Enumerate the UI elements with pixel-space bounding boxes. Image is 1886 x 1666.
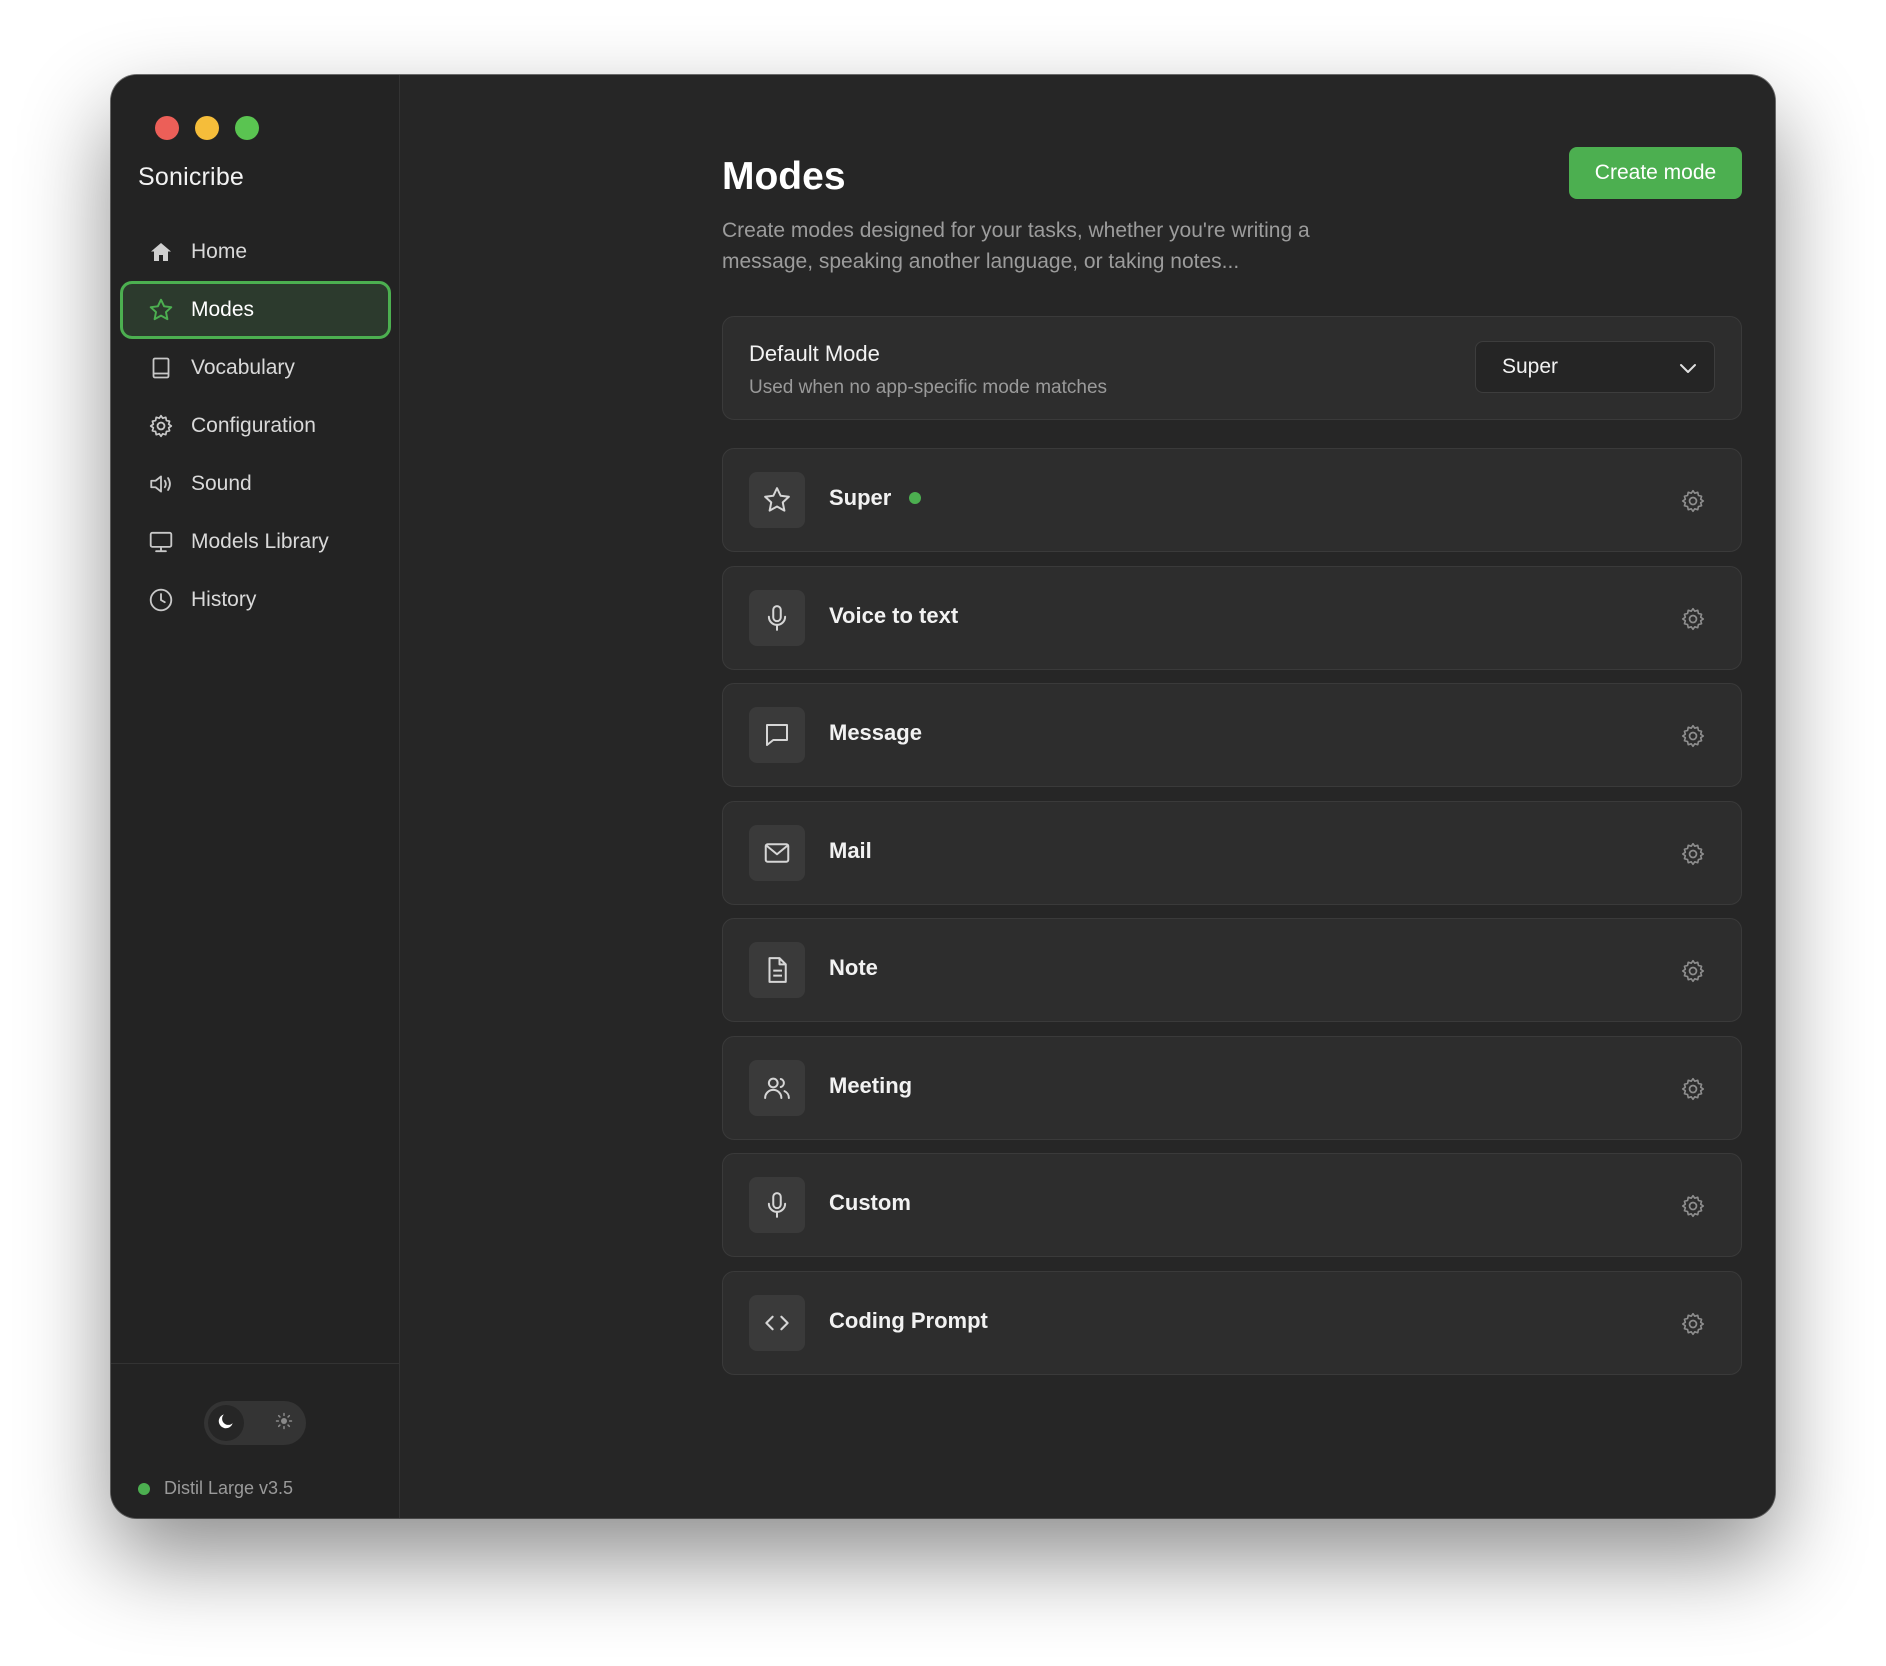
page-subtitle: Create modes designed for your tasks, wh… bbox=[722, 219, 1310, 273]
mode-settings-gear-icon[interactable] bbox=[1679, 1192, 1707, 1220]
mode-name: Message bbox=[829, 720, 922, 746]
app-name: Sonicribe bbox=[138, 163, 245, 191]
mode-name-text: Custom bbox=[829, 1190, 911, 1215]
mode-name-text: Note bbox=[829, 955, 878, 980]
mode-settings-gear-icon[interactable] bbox=[1679, 722, 1707, 750]
microphone-icon bbox=[749, 589, 805, 646]
page-title: Modes bbox=[722, 155, 846, 198]
mode-name: Voice to text bbox=[829, 603, 958, 629]
mode-name-text: Coding Prompt bbox=[829, 1307, 988, 1333]
mail-icon bbox=[749, 824, 805, 881]
dark-mode-option[interactable] bbox=[208, 1405, 244, 1441]
document-icon bbox=[749, 942, 805, 998]
microphone-icon bbox=[749, 1177, 805, 1233]
sidebar-item-label: History bbox=[191, 588, 257, 611]
sidebar-item-history[interactable]: History bbox=[120, 571, 391, 629]
mode-row-message[interactable]: Message bbox=[722, 683, 1742, 787]
default-mode-select[interactable]: Super bbox=[1475, 341, 1715, 393]
theme-toggle[interactable] bbox=[204, 1401, 306, 1445]
sidebar-item-vocabulary[interactable]: Vocabulary bbox=[120, 339, 391, 397]
star-icon bbox=[749, 472, 805, 528]
gear-icon bbox=[147, 412, 175, 440]
mode-name-text: Meeting bbox=[829, 1072, 913, 1098]
minimize-window-button[interactable] bbox=[195, 116, 219, 140]
sidebar-item-label: Modes bbox=[191, 298, 255, 321]
mode-name: Mail bbox=[829, 838, 872, 864]
mode-row-super[interactable]: Super bbox=[722, 448, 1742, 552]
sidebar-item-modes[interactable]: Modes bbox=[120, 281, 391, 339]
mode-name-text: Message bbox=[829, 720, 922, 745]
speaker-icon bbox=[147, 470, 175, 498]
mode-settings-gear-icon[interactable] bbox=[1679, 957, 1707, 985]
sidebar-item-sound[interactable]: Sound bbox=[120, 455, 391, 513]
sidebar-nav: Home Modes Vocabulary Configuration Soun… bbox=[120, 223, 391, 629]
mode-settings-gear-icon[interactable] bbox=[1679, 1075, 1707, 1103]
app-window: Sonicribe Home Modes Vocabulary Configur… bbox=[111, 75, 1775, 1518]
active-mode-indicator bbox=[909, 492, 922, 504]
model-status-indicator bbox=[138, 1482, 150, 1495]
mode-name-text: Mail bbox=[829, 837, 872, 863]
clock-icon bbox=[147, 586, 175, 614]
mode-settings-gear-icon[interactable] bbox=[1679, 840, 1707, 868]
mode-name: Custom bbox=[829, 1190, 911, 1216]
sidebar-item-models-library[interactable]: Models Library bbox=[120, 513, 391, 571]
mode-row-note[interactable]: Note bbox=[722, 918, 1742, 1022]
sidebar-item-label: Sound bbox=[191, 472, 252, 495]
default-mode-card: Default Mode Used when no app-specific m… bbox=[722, 316, 1742, 420]
sun-icon bbox=[275, 1412, 293, 1435]
sidebar-item-label: Configuration bbox=[191, 414, 316, 437]
mode-row-custom[interactable]: Custom bbox=[722, 1153, 1742, 1257]
zoom-window-button[interactable] bbox=[235, 116, 259, 140]
sidebar-item-label: Home bbox=[191, 240, 248, 263]
close-window-button[interactable] bbox=[155, 116, 179, 140]
main-content: Modes Create modes designed for your tas… bbox=[400, 75, 1775, 1518]
moon-icon bbox=[216, 1411, 236, 1436]
mode-name-text: Voice to text bbox=[829, 602, 959, 628]
monitor-icon bbox=[147, 528, 175, 556]
star-icon bbox=[147, 296, 175, 324]
light-mode-option[interactable] bbox=[272, 1411, 296, 1435]
book-icon bbox=[147, 354, 175, 382]
mode-name: Super bbox=[829, 485, 922, 511]
sidebar: Sonicribe Home Modes Vocabulary Configur… bbox=[111, 75, 400, 1518]
code-icon bbox=[749, 1294, 805, 1351]
mode-name-text: Super bbox=[829, 485, 892, 510]
window-controls bbox=[155, 116, 259, 140]
default-mode-description: Used when no app-specific mode matches bbox=[749, 377, 1108, 398]
model-status: Distil Large v3.5 bbox=[138, 1478, 293, 1499]
model-status-label: Distil Large v3.5 bbox=[164, 1478, 294, 1498]
mode-name: Coding Prompt bbox=[829, 1308, 988, 1334]
chevron-down-icon bbox=[1676, 356, 1700, 386]
sidebar-item-configuration[interactable]: Configuration bbox=[120, 397, 391, 455]
modes-list: Super Voice to text Message Mail Note Me… bbox=[722, 448, 1742, 1388]
sidebar-footer: Distil Large v3.5 bbox=[111, 1363, 399, 1518]
sidebar-item-label: Vocabulary bbox=[191, 356, 295, 379]
users-icon bbox=[749, 1059, 805, 1116]
mode-name: Meeting bbox=[829, 1073, 912, 1099]
mode-name: Note bbox=[829, 955, 878, 981]
mode-row-mail[interactable]: Mail bbox=[722, 800, 1742, 905]
mode-row-voice-to-text[interactable]: Voice to text bbox=[722, 565, 1742, 670]
default-mode-label: Default Mode bbox=[749, 341, 880, 366]
mode-settings-gear-icon[interactable] bbox=[1679, 605, 1707, 633]
mode-settings-gear-icon[interactable] bbox=[1679, 1310, 1707, 1338]
sidebar-item-label: Models Library bbox=[191, 530, 329, 553]
sidebar-item-home[interactable]: Home bbox=[120, 223, 391, 281]
default-mode-selected-value: Super bbox=[1502, 355, 1559, 378]
message-icon bbox=[749, 707, 805, 763]
mode-row-meeting[interactable]: Meeting bbox=[722, 1035, 1742, 1140]
create-mode-button[interactable]: Create mode bbox=[1569, 147, 1742, 199]
mode-settings-gear-icon[interactable] bbox=[1679, 487, 1707, 515]
home-icon bbox=[147, 238, 175, 266]
mode-row-coding-prompt[interactable]: Coding Prompt bbox=[722, 1270, 1742, 1375]
